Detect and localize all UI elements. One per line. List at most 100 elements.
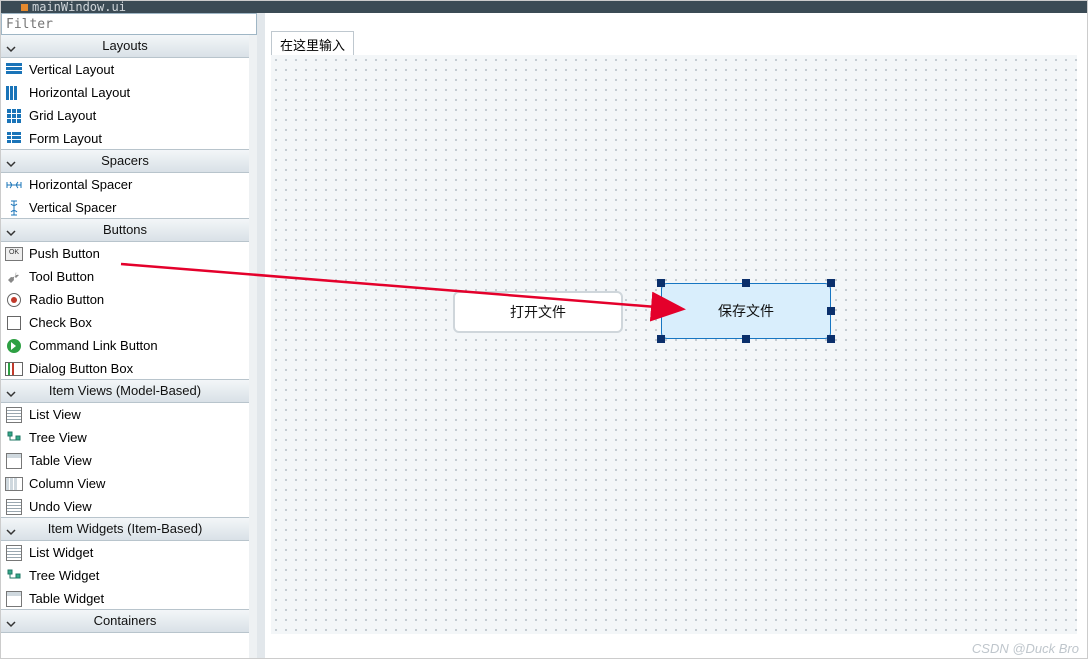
command-link-icon [5,337,23,355]
widget-label: Horizontal Layout [29,85,130,100]
widget-label: Column View [29,476,105,491]
list-view-icon [5,406,23,424]
widget-vertical-spacer[interactable]: Vertical Spacer [1,196,249,219]
vertical-spacer-icon [5,199,23,217]
resize-handle-ne[interactable] [827,279,835,287]
widget-label: Tool Button [29,269,94,284]
category-containers[interactable]: Containers [1,609,249,633]
widget-table-widget[interactable]: Table Widget [1,587,249,610]
widget-list-widget[interactable]: List Widget [1,541,249,564]
radio-button-icon [5,291,23,309]
chevron-down-icon [5,224,17,246]
chevron-down-icon [5,385,17,407]
category-label: Item Widgets (Item-Based) [1,518,249,540]
resize-handle-sw[interactable] [657,335,665,343]
category-item-widgets[interactable]: Item Widgets (Item-Based) [1,517,249,541]
design-canvas-area: 在这里输入 打开文件 保存文件 [265,13,1087,642]
widget-check-box[interactable]: Check Box [1,311,249,334]
category-label: Buttons [1,219,249,241]
form-menubar[interactable]: 在这里输入 [271,31,354,57]
widget-label: Table View [29,453,92,468]
horizontal-spacer-icon [5,176,23,194]
widget-radio-button[interactable]: Radio Button [1,288,249,311]
widget-box: Layouts Vertical Layout Horizontal Layou… [1,35,257,658]
file-tab[interactable]: mainWindow.ui [1,1,126,13]
file-modified-icon [21,4,28,11]
tree-widget-icon [5,567,23,585]
menubar-placeholder[interactable]: 在这里输入 [280,35,345,54]
widget-tool-button[interactable]: Tool Button [1,265,249,288]
widget-grid-layout[interactable]: Grid Layout [1,104,249,127]
button-text: 打开文件 [510,302,566,322]
category-label: Spacers [1,150,249,172]
widget-dialog-button-box[interactable]: Dialog Button Box [1,357,249,380]
form-grid-background [271,55,1077,634]
resize-handle-e[interactable] [827,307,835,315]
form-central-widget[interactable]: 打开文件 保存文件 [271,55,1077,634]
widget-label: List View [29,407,81,422]
widget-label: Check Box [29,315,92,330]
widget-filter[interactable] [1,13,257,35]
vertical-layout-icon [5,61,23,79]
resize-handle-s[interactable] [742,335,750,343]
widget-label: Dialog Button Box [29,361,133,376]
sidebar-scrollbar[interactable] [249,35,257,658]
widget-form-layout[interactable]: Form Layout [1,127,249,150]
chevron-down-icon [5,155,17,177]
widget-label: Tree View [29,430,87,445]
widget-label: Form Layout [29,131,102,146]
resize-handle-n[interactable] [742,279,750,287]
category-buttons[interactable]: Buttons [1,218,249,242]
resize-handle-nw[interactable] [657,279,665,287]
widget-vertical-layout[interactable]: Vertical Layout [1,58,249,81]
undo-view-icon [5,498,23,516]
category-spacers[interactable]: Spacers [1,149,249,173]
widget-label: List Widget [29,545,93,560]
push-button-open-file[interactable]: 打开文件 [453,291,623,333]
category-label: Containers [1,610,249,632]
widget-label: Vertical Layout [29,62,114,77]
check-box-icon [5,314,23,332]
widget-horizontal-layout[interactable]: Horizontal Layout [1,81,249,104]
table-widget-icon [5,590,23,608]
grid-layout-icon [5,107,23,125]
widget-table-view[interactable]: Table View [1,449,249,472]
form-layout-icon [5,130,23,148]
widget-filter-input[interactable] [2,14,256,34]
widget-label: Push Button [29,246,100,261]
column-view-icon [5,475,23,493]
category-label: Item Views (Model-Based) [1,380,249,402]
widget-label: Table Widget [29,591,104,606]
tree-view-icon [5,429,23,447]
category-item-views[interactable]: Item Views (Model-Based) [1,379,249,403]
chevron-down-icon [5,40,17,62]
widget-tree-widget[interactable]: Tree Widget [1,564,249,587]
horizontal-layout-icon [5,84,23,102]
widget-tree-view[interactable]: Tree View [1,426,249,449]
widget-list-view[interactable]: List View [1,403,249,426]
widget-command-link-button[interactable]: Command Link Button [1,334,249,357]
list-widget-icon [5,544,23,562]
push-button-icon: OK [5,245,23,263]
widget-horizontal-spacer[interactable]: Horizontal Spacer [1,173,249,196]
category-layouts[interactable]: Layouts [1,35,249,58]
dialog-button-box-icon [5,360,23,378]
file-tab-label: mainWindow.ui [32,0,126,14]
chevron-down-icon [5,523,17,545]
resize-handle-se[interactable] [827,335,835,343]
table-view-icon [5,452,23,470]
app-toolbar [1,1,1087,13]
widget-label: Undo View [29,499,92,514]
splitter-handle[interactable] [257,13,265,658]
resize-handle-w[interactable] [657,307,665,315]
button-text: 保存文件 [718,301,774,321]
widget-label: Vertical Spacer [29,200,116,215]
push-button-save-file[interactable]: 保存文件 [661,283,831,339]
widget-push-button[interactable]: OK Push Button [1,242,249,265]
widget-label: Command Link Button [29,338,158,353]
widget-column-view[interactable]: Column View [1,472,249,495]
widget-undo-view[interactable]: Undo View [1,495,249,518]
tool-button-icon [5,268,23,286]
watermark: CSDN @Duck Bro [972,641,1079,656]
chevron-down-icon [5,615,17,637]
